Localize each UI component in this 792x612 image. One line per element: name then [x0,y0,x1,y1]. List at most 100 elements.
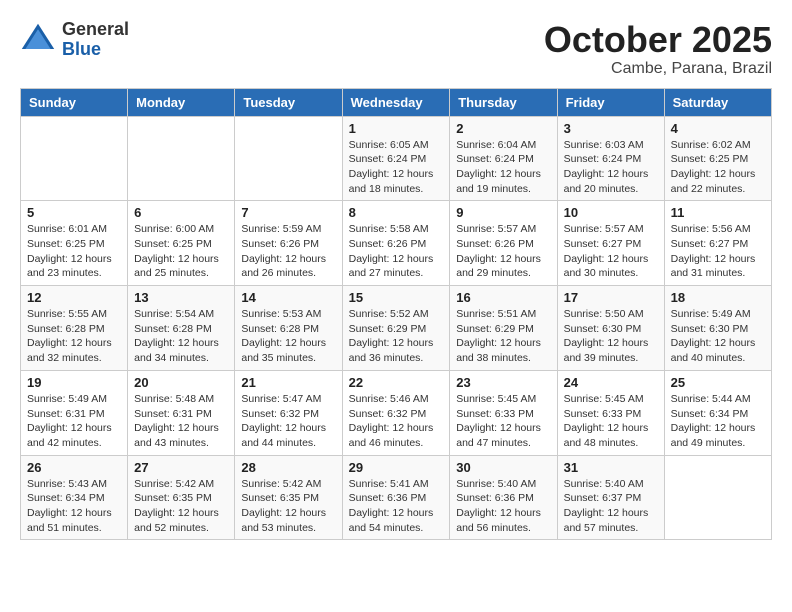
calendar-week-row: 5 Sunrise: 6:01 AM Sunset: 6:25 PM Daylig… [21,201,772,286]
day-info: Sunrise: 5:42 AM Sunset: 6:35 PM Dayligh… [134,477,228,536]
logo: General Blue [20,20,129,60]
weekday-header-thursday: Thursday [450,88,557,116]
day-number: 13 [134,290,228,305]
day-number: 31 [564,460,658,475]
calendar-cell: 16 Sunrise: 5:51 AM Sunset: 6:29 PM Dayli… [450,286,557,371]
weekday-header-saturday: Saturday [664,88,771,116]
day-info: Sunrise: 5:42 AM Sunset: 6:35 PM Dayligh… [241,477,335,536]
day-info: Sunrise: 5:56 AM Sunset: 6:27 PM Dayligh… [671,222,765,281]
day-number: 7 [241,205,335,220]
logo-blue: Blue [62,40,129,60]
day-number: 10 [564,205,658,220]
calendar-cell: 14 Sunrise: 5:53 AM Sunset: 6:28 PM Dayli… [235,286,342,371]
day-number: 17 [564,290,658,305]
calendar-week-row: 12 Sunrise: 5:55 AM Sunset: 6:28 PM Dayli… [21,286,772,371]
day-info: Sunrise: 5:53 AM Sunset: 6:28 PM Dayligh… [241,307,335,366]
day-info: Sunrise: 5:54 AM Sunset: 6:28 PM Dayligh… [134,307,228,366]
calendar-cell [128,116,235,201]
weekday-header-row: SundayMondayTuesdayWednesdayThursdayFrid… [21,88,772,116]
day-number: 25 [671,375,765,390]
day-number: 20 [134,375,228,390]
day-number: 9 [456,205,550,220]
logo-icon [20,22,56,58]
day-info: Sunrise: 6:05 AM Sunset: 6:24 PM Dayligh… [349,138,444,197]
calendar-cell: 7 Sunrise: 5:59 AM Sunset: 6:26 PM Daylig… [235,201,342,286]
day-info: Sunrise: 5:46 AM Sunset: 6:32 PM Dayligh… [349,392,444,451]
day-number: 16 [456,290,550,305]
calendar-cell: 9Sunrise: 5:57 AM Sunset: 6:26 PM Daylig… [450,201,557,286]
calendar-cell: 1 Sunrise: 6:05 AM Sunset: 6:24 PM Daylig… [342,116,450,201]
day-number: 27 [134,460,228,475]
day-info: Sunrise: 6:02 AM Sunset: 6:25 PM Dayligh… [671,138,765,197]
day-info: Sunrise: 5:45 AM Sunset: 6:33 PM Dayligh… [456,392,550,451]
calendar-cell: 20Sunrise: 5:48 AM Sunset: 6:31 PM Dayli… [128,370,235,455]
calendar-cell: 2 Sunrise: 6:04 AM Sunset: 6:24 PM Daylig… [450,116,557,201]
title-section: October 2025 Cambe, Parana, Brazil [544,20,772,78]
calendar-cell: 25Sunrise: 5:44 AM Sunset: 6:34 PM Dayli… [664,370,771,455]
month-title: October 2025 [544,20,772,60]
day-number: 2 [456,121,550,136]
calendar-cell [664,455,771,540]
day-info: Sunrise: 5:57 AM Sunset: 6:27 PM Dayligh… [564,222,658,281]
day-number: 29 [349,460,444,475]
day-info: Sunrise: 6:03 AM Sunset: 6:24 PM Dayligh… [564,138,658,197]
calendar-cell: 22Sunrise: 5:46 AM Sunset: 6:32 PM Dayli… [342,370,450,455]
day-info: Sunrise: 5:55 AM Sunset: 6:28 PM Dayligh… [27,307,121,366]
day-info: Sunrise: 5:43 AM Sunset: 6:34 PM Dayligh… [27,477,121,536]
weekday-header-monday: Monday [128,88,235,116]
calendar-week-row: 26Sunrise: 5:43 AM Sunset: 6:34 PM Dayli… [21,455,772,540]
day-info: Sunrise: 5:40 AM Sunset: 6:37 PM Dayligh… [564,477,658,536]
calendar-cell [235,116,342,201]
day-info: Sunrise: 5:50 AM Sunset: 6:30 PM Dayligh… [564,307,658,366]
weekday-header-sunday: Sunday [21,88,128,116]
calendar-cell: 19 Sunrise: 5:49 AM Sunset: 6:31 PM Dayli… [21,370,128,455]
calendar-cell: 17 Sunrise: 5:50 AM Sunset: 6:30 PM Dayli… [557,286,664,371]
day-info: Sunrise: 5:58 AM Sunset: 6:26 PM Dayligh… [349,222,444,281]
calendar-cell: 15 Sunrise: 5:52 AM Sunset: 6:29 PM Dayli… [342,286,450,371]
logo-text: General Blue [62,20,129,60]
calendar-cell: 31 Sunrise: 5:40 AM Sunset: 6:37 PM Dayli… [557,455,664,540]
calendar-cell: 11Sunrise: 5:56 AM Sunset: 6:27 PM Dayli… [664,201,771,286]
day-number: 3 [564,121,658,136]
day-info: Sunrise: 6:04 AM Sunset: 6:24 PM Dayligh… [456,138,550,197]
calendar-cell: 12 Sunrise: 5:55 AM Sunset: 6:28 PM Dayli… [21,286,128,371]
day-info: Sunrise: 5:52 AM Sunset: 6:29 PM Dayligh… [349,307,444,366]
day-info: Sunrise: 5:47 AM Sunset: 6:32 PM Dayligh… [241,392,335,451]
day-number: 6 [134,205,228,220]
day-number: 23 [456,375,550,390]
logo-general: General [62,20,129,40]
calendar-cell: 27 Sunrise: 5:42 AM Sunset: 6:35 PM Dayli… [128,455,235,540]
day-info: Sunrise: 6:01 AM Sunset: 6:25 PM Dayligh… [27,222,121,281]
day-number: 1 [349,121,444,136]
weekday-header-friday: Friday [557,88,664,116]
day-number: 30 [456,460,550,475]
location-title: Cambe, Parana, Brazil [544,60,772,78]
day-number: 5 [27,205,121,220]
calendar-cell: 28Sunrise: 5:42 AM Sunset: 6:35 PM Dayli… [235,455,342,540]
day-number: 14 [241,290,335,305]
day-number: 21 [241,375,335,390]
day-number: 15 [349,290,444,305]
calendar-cell: 10 Sunrise: 5:57 AM Sunset: 6:27 PM Dayli… [557,201,664,286]
calendar-cell: 6 Sunrise: 6:00 AM Sunset: 6:25 PM Daylig… [128,201,235,286]
day-number: 4 [671,121,765,136]
calendar-week-row: 19 Sunrise: 5:49 AM Sunset: 6:31 PM Dayli… [21,370,772,455]
calendar-cell [21,116,128,201]
day-info: Sunrise: 5:40 AM Sunset: 6:36 PM Dayligh… [456,477,550,536]
calendar-cell: 18Sunrise: 5:49 AM Sunset: 6:30 PM Dayli… [664,286,771,371]
calendar-table: SundayMondayTuesdayWednesdayThursdayFrid… [20,88,772,541]
day-number: 19 [27,375,121,390]
day-number: 12 [27,290,121,305]
day-info: Sunrise: 5:49 AM Sunset: 6:31 PM Dayligh… [27,392,121,451]
calendar-cell: 23 Sunrise: 5:45 AM Sunset: 6:33 PM Dayli… [450,370,557,455]
calendar-cell: 29Sunrise: 5:41 AM Sunset: 6:36 PM Dayli… [342,455,450,540]
weekday-header-tuesday: Tuesday [235,88,342,116]
day-info: Sunrise: 6:00 AM Sunset: 6:25 PM Dayligh… [134,222,228,281]
calendar-cell: 24 Sunrise: 5:45 AM Sunset: 6:33 PM Dayli… [557,370,664,455]
calendar-cell: 5 Sunrise: 6:01 AM Sunset: 6:25 PM Daylig… [21,201,128,286]
day-info: Sunrise: 5:45 AM Sunset: 6:33 PM Dayligh… [564,392,658,451]
calendar-cell: 8Sunrise: 5:58 AM Sunset: 6:26 PM Daylig… [342,201,450,286]
day-info: Sunrise: 5:59 AM Sunset: 6:26 PM Dayligh… [241,222,335,281]
day-number: 24 [564,375,658,390]
day-info: Sunrise: 5:51 AM Sunset: 6:29 PM Dayligh… [456,307,550,366]
